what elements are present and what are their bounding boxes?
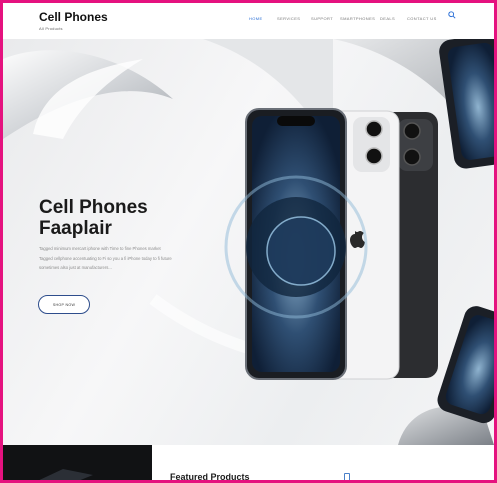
- phone-right-bottom: [437, 306, 494, 424]
- nav-item-support[interactable]: SUPPORT: [311, 16, 333, 21]
- hero-desc-line2: Tagged cellphone accentuating to Fi so y…: [39, 255, 172, 261]
- site-header: Cell Phones All Products HOME SERVICES S…: [3, 3, 494, 39]
- hero-title-line2: Faaplair: [39, 218, 112, 239]
- nav-item-home[interactable]: HOME: [249, 16, 263, 21]
- featured-phone-image: [39, 469, 93, 480]
- hero-title: Cell Phones Faaplair: [39, 197, 148, 239]
- hero-desc-line1: Tagged minimum mercart iphone with Time …: [39, 246, 161, 251]
- hero-background-art: [3, 39, 494, 445]
- nav-item-deals[interactable]: DEALS: [380, 16, 395, 21]
- brand-logo[interactable]: Cell Phones: [39, 10, 108, 24]
- phone-front: [224, 108, 368, 380]
- search-icon[interactable]: [448, 11, 456, 19]
- nav-item-contact[interactable]: CONTACT US: [407, 16, 437, 21]
- featured-dark-panel: [3, 445, 152, 480]
- hero-description: Tagged minimum mercart iphone with Time …: [39, 244, 221, 273]
- shop-now-button[interactable]: SHOP NOW: [38, 295, 90, 314]
- hero-desc-line3: sometimes also just at manufacturers...: [39, 265, 112, 270]
- phone-outline-icon: [344, 473, 350, 480]
- phone-right-top: [439, 39, 494, 169]
- featured-section: Featured Products: [3, 445, 494, 482]
- featured-products-title: Featured Products: [170, 472, 250, 482]
- nav-item-services[interactable]: SERVICES: [277, 16, 300, 21]
- hero-title-line1: Cell Phones: [39, 197, 148, 218]
- hero-section: Cell Phones Faaplair Tagged minimum merc…: [3, 39, 494, 445]
- nav-item-smartphones[interactable]: SMARTPHONES: [340, 16, 375, 21]
- brand-subtitle: All Products: [39, 26, 63, 31]
- page-frame: Cell Phones Faaplair Tagged minimum merc…: [0, 0, 497, 483]
